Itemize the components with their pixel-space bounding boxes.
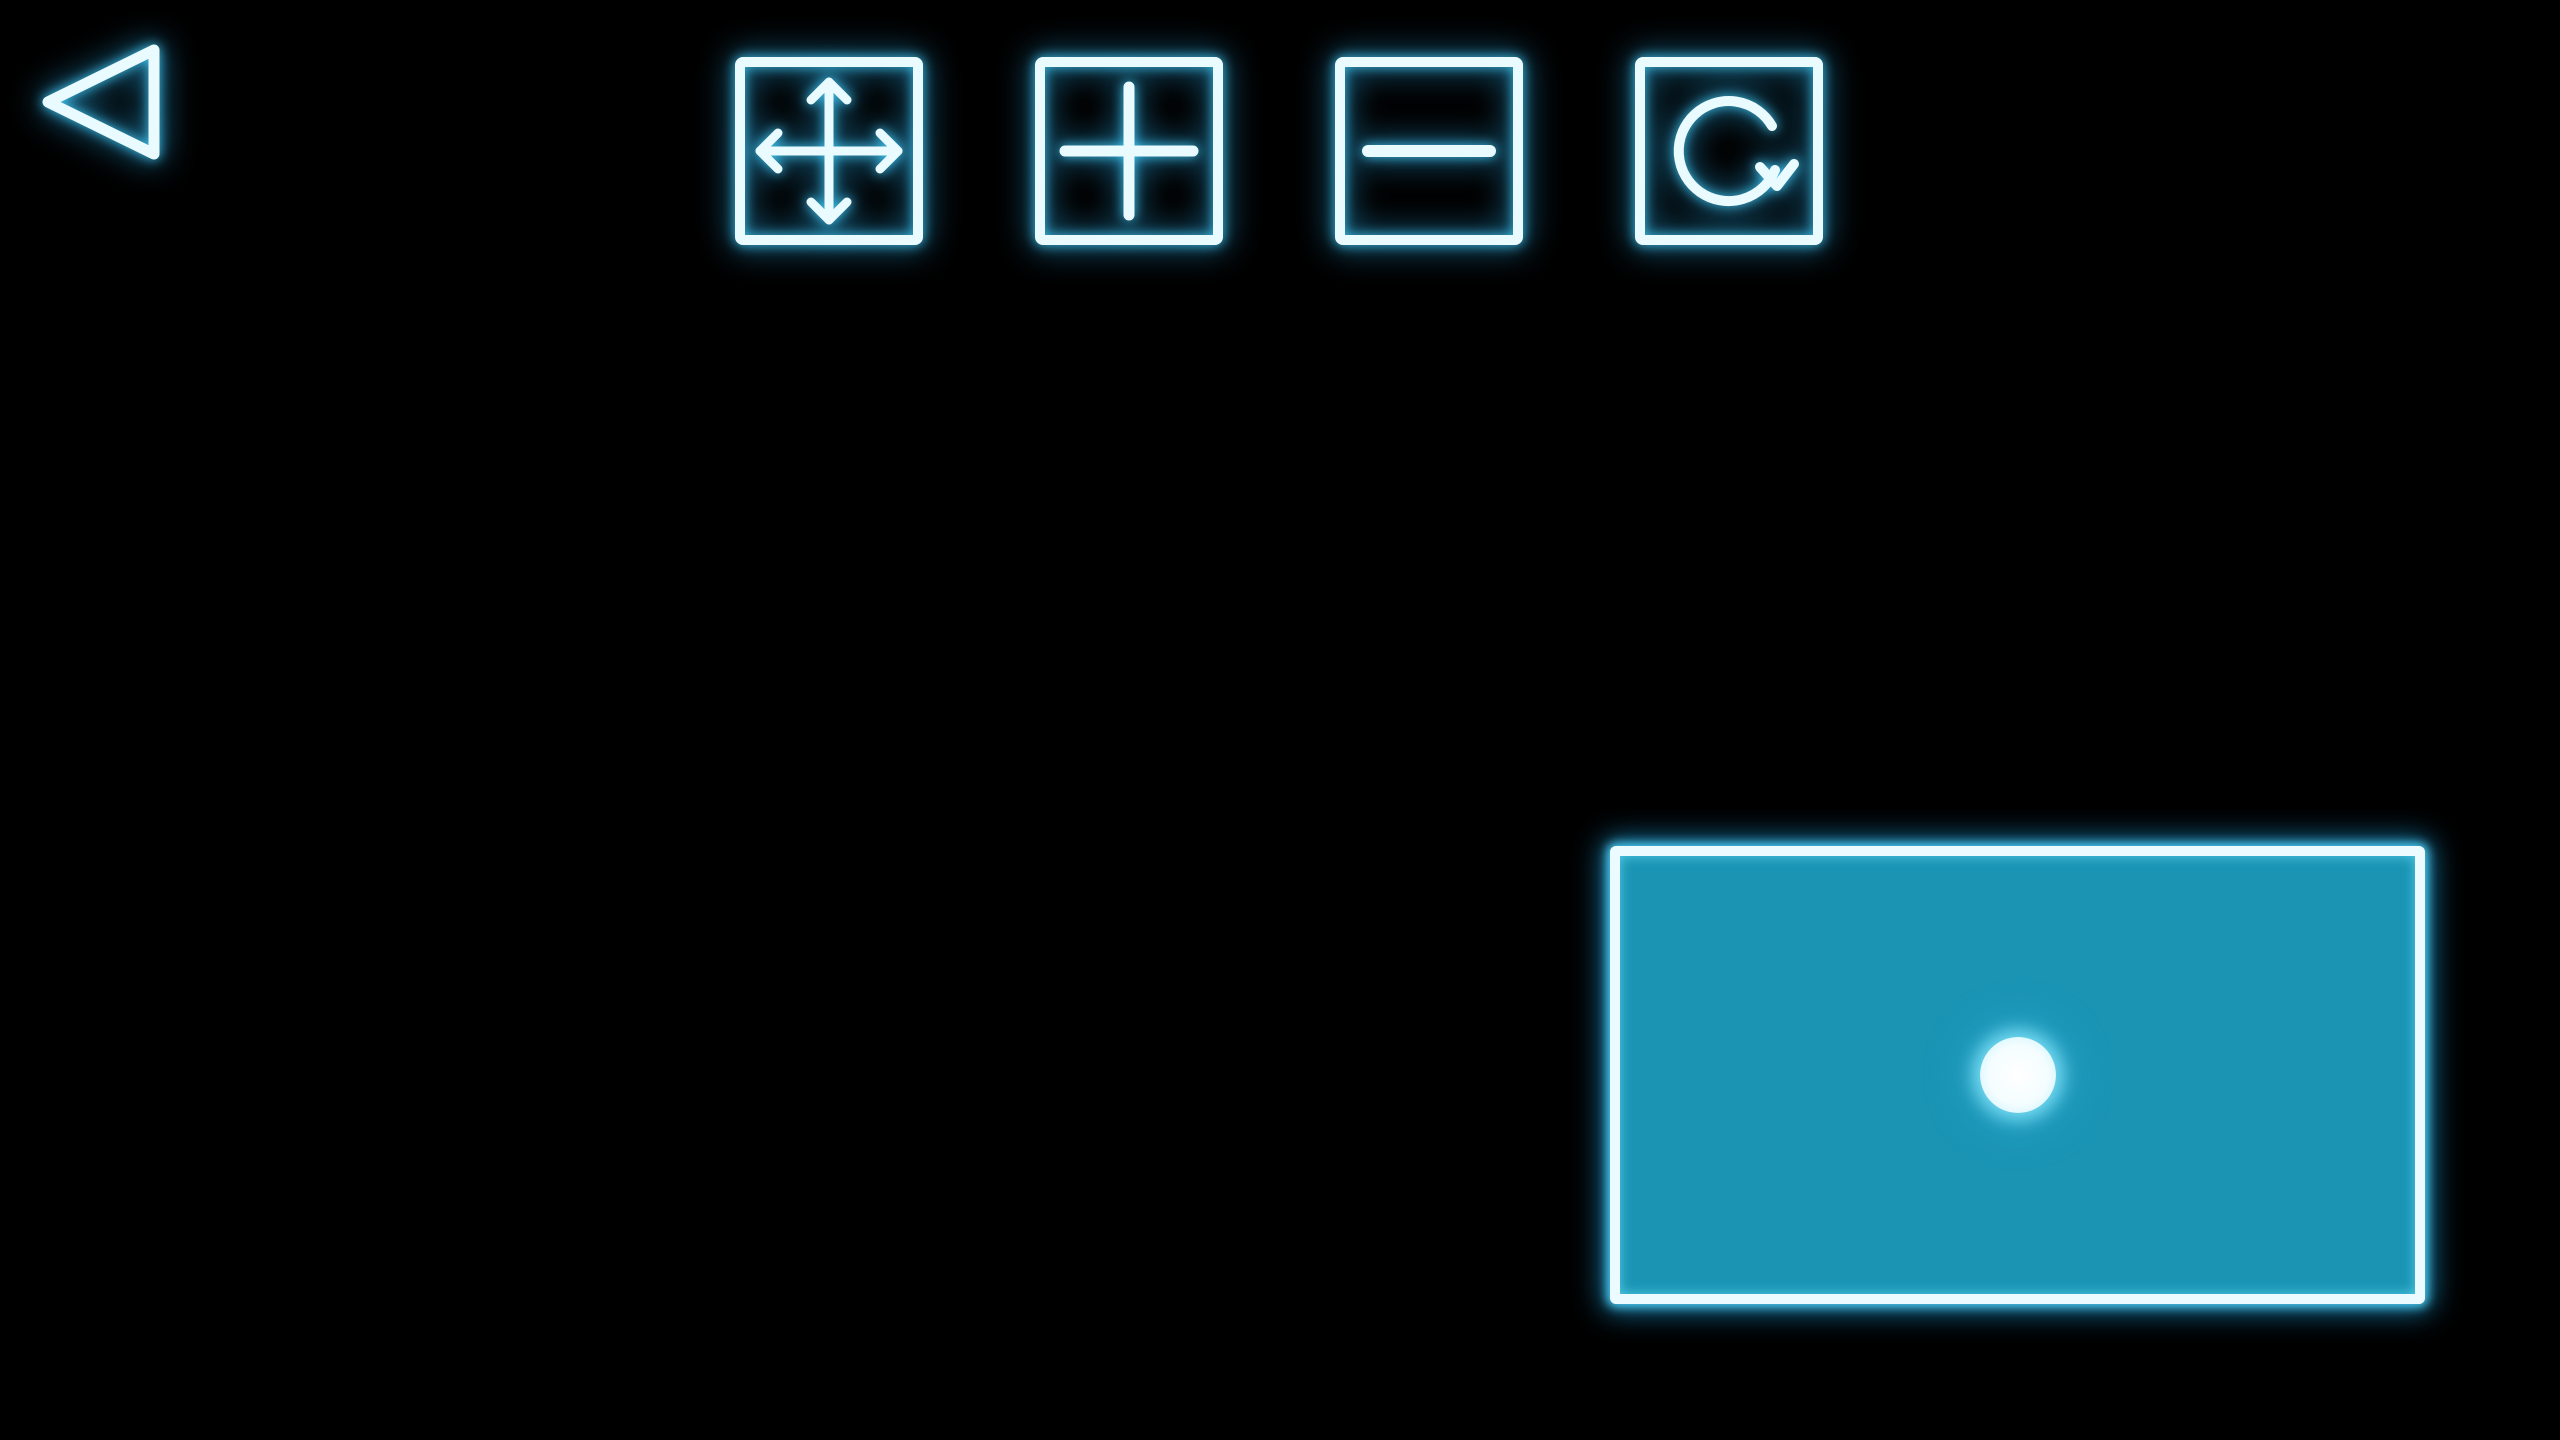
remove-button[interactable] xyxy=(1332,54,1526,248)
rotate-icon xyxy=(1635,57,1823,245)
move-arrows-icon xyxy=(735,57,923,245)
game-screen xyxy=(0,0,2560,1440)
move-button[interactable] xyxy=(732,54,926,248)
game-block[interactable] xyxy=(1610,846,2425,1304)
play-area xyxy=(0,260,2560,1440)
minus-icon xyxy=(1335,57,1523,245)
rotate-button[interactable] xyxy=(1632,54,1826,248)
plus-icon xyxy=(1035,57,1223,245)
toolbar xyxy=(0,0,2560,260)
add-button[interactable] xyxy=(1032,54,1226,248)
center-dot-icon xyxy=(1979,1037,2056,1113)
